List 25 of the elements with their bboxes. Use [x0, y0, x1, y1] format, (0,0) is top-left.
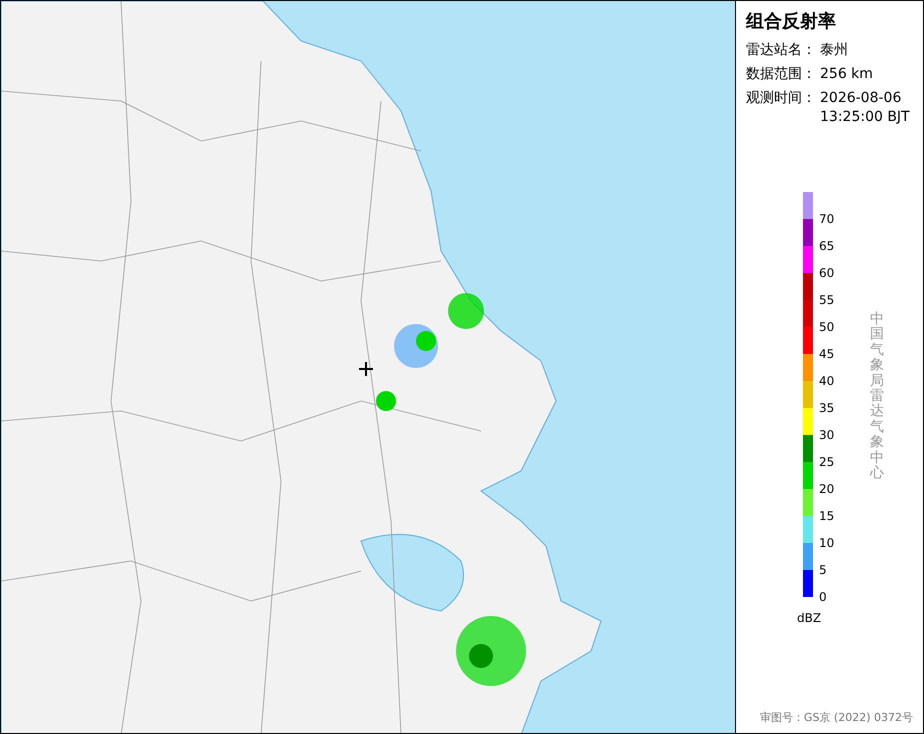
legend-value: 60: [819, 267, 834, 279]
approval-number: 审图号：GS京 (2022) 0372号: [760, 710, 913, 725]
product-title: 组合反射率: [746, 10, 837, 33]
legend-value: 40: [819, 375, 834, 387]
credit-text: 中国气象局雷达气象中心: [870, 312, 884, 482]
legend-value: 20: [819, 483, 834, 495]
unit-label: dBZ: [797, 611, 822, 625]
legend-value: 70: [819, 213, 834, 225]
legend-value: 25: [819, 456, 834, 468]
info-value: 泰州: [820, 41, 848, 60]
info-value: 256 km: [820, 65, 873, 84]
legend-value: 55: [819, 294, 834, 306]
info-label: 观测时间：: [746, 89, 816, 108]
legend-value: 50: [819, 321, 834, 333]
info-label: 雷达站名：: [746, 41, 816, 60]
legend-value: 15: [819, 510, 834, 522]
legend-value: 0: [819, 591, 827, 603]
info-value: 2026-08-06 13:25:00 BJT: [820, 89, 910, 127]
legend-value: 45: [819, 348, 834, 360]
legend-value: 5: [819, 564, 827, 576]
legend-value: 30: [819, 429, 834, 441]
legend-value: 35: [819, 402, 834, 414]
legend-value: 65: [819, 240, 834, 252]
info-label: 数据范围：: [746, 65, 816, 84]
legend-value: 10: [819, 537, 834, 549]
